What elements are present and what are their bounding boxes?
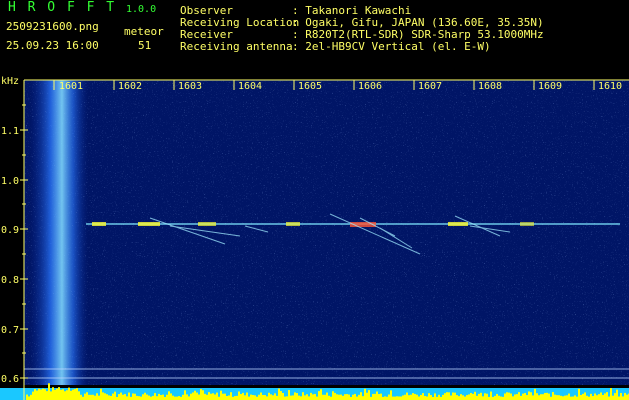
x-tick-label: 1603 [178,81,202,92]
y-tick-label: 1.1 [1,126,19,137]
x-tick-label: 1602 [118,81,142,92]
x-tick-label: 1609 [538,81,562,92]
y-tick-label: 0.6 [1,374,19,385]
spectrum-noise-sparse [24,80,629,385]
x-tick-label: 1610 [598,81,622,92]
y-axis-unit: kHz [1,76,19,87]
x-tick-label: 1608 [478,81,502,92]
spectrogram-plot: kHz 1601 1602 1603 1604 1605 1606 1607 1… [0,76,629,400]
y-tick-label: 1.0 [1,176,19,187]
x-tick-label: 1606 [358,81,382,92]
y-tick-label: 0.8 [1,275,19,286]
x-tick-label: 1601 [59,81,83,92]
x-tick-label: 1607 [418,81,442,92]
interference-band-texture [30,80,88,385]
y-tick-label: 0.9 [1,225,19,236]
y-tick-labels: 1.1 1.0 0.9 0.8 0.7 0.6 [1,126,19,385]
x-tick-label: 1604 [238,81,262,92]
x-tick-label: 1605 [298,81,322,92]
y-tick-label: 0.7 [1,325,19,336]
